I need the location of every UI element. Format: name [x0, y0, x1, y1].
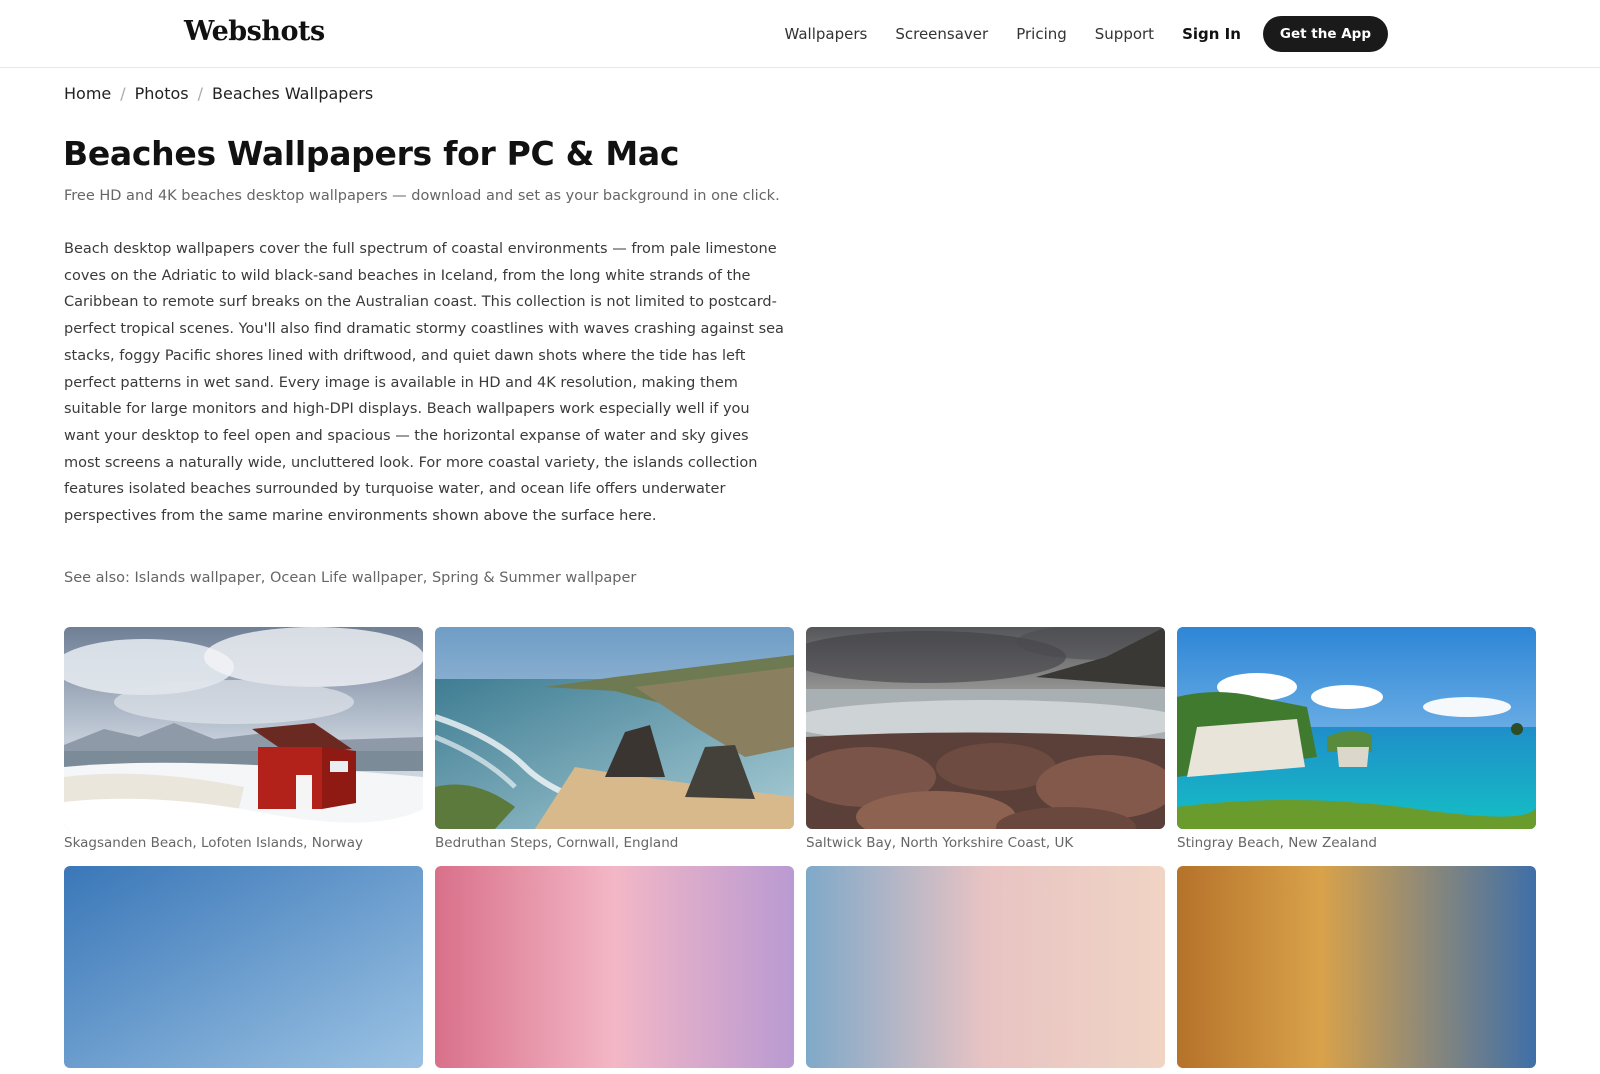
nav-support[interactable]: Support: [1095, 25, 1154, 43]
red-cabin-snow-image: [64, 627, 423, 829]
wallpaper-thumbnail[interactable]: [806, 627, 1165, 829]
get-the-app-button[interactable]: Get the App: [1262, 16, 1388, 52]
wallpaper-card[interactable]: Skagsanden Beach, Lofoten Islands, Norwa…: [64, 627, 423, 851]
top-navigation-bar: Webshots Wallpapers Screensaver Pricing …: [0, 0, 1600, 68]
nav-pricing[interactable]: Pricing: [1016, 25, 1067, 43]
wallpaper-card[interactable]: [435, 866, 794, 1074]
breadcrumb-separator: /: [197, 84, 204, 103]
wallpaper-thumbnail[interactable]: [435, 627, 794, 829]
page-title: Beaches Wallpapers for PC & Mac: [63, 134, 680, 173]
wallpaper-caption: Bedruthan Steps, Cornwall, England: [435, 835, 679, 851]
see-also-label: See also:: [64, 570, 130, 586]
wallpaper-thumbnail[interactable]: [435, 866, 794, 1068]
wallpaper-thumbnail[interactable]: [1177, 627, 1536, 829]
golden-cliff-image: [1177, 866, 1536, 1068]
category-description: Beach desktop wallpapers cover the full …: [64, 241, 784, 525]
wallpaper-thumbnail[interactable]: [64, 866, 423, 1068]
breadcrumb-photos[interactable]: Photos: [135, 84, 189, 103]
wallpaper-card[interactable]: [64, 866, 423, 1074]
main-nav: Wallpapers Screensaver Pricing Support S…: [784, 16, 1388, 52]
breadcrumb: Home / Photos / Beaches Wallpapers: [64, 84, 373, 103]
wallpaper-thumbnail[interactable]: [1177, 866, 1536, 1068]
pink-sunset-image: [435, 866, 794, 1068]
soft-clouds-image: [806, 866, 1165, 1068]
webshots-logo[interactable]: Webshots: [184, 16, 325, 47]
see-also-spring-summer-link[interactable]: Spring & Summer wallpaper: [432, 570, 636, 586]
wallpaper-card[interactable]: Bedruthan Steps, Cornwall, England: [435, 627, 794, 851]
nav-wallpapers[interactable]: Wallpapers: [784, 25, 867, 43]
page-subtitle: Free HD and 4K beaches desktop wallpaper…: [64, 188, 780, 204]
breadcrumb-separator: /: [120, 84, 126, 103]
wallpaper-caption: Skagsanden Beach, Lofoten Islands, Norwa…: [64, 835, 363, 851]
wallpaper-card[interactable]: Stingray Beach, New Zealand: [1177, 627, 1536, 851]
nav-screensaver[interactable]: Screensaver: [895, 25, 988, 43]
wallpaper-thumbnail[interactable]: [806, 866, 1165, 1068]
wallpaper-thumbnail[interactable]: [64, 627, 423, 829]
breadcrumb-current: Beaches Wallpapers: [212, 84, 374, 103]
wallpaper-caption: Saltwick Bay, North Yorkshire Coast, UK: [806, 835, 1074, 851]
see-also: See also: Islands wallpaper, Ocean Life …: [64, 570, 637, 586]
wallpaper-card[interactable]: [806, 866, 1165, 1074]
see-also-ocean-life-link[interactable]: Ocean Life wallpaper: [270, 570, 423, 586]
turquoise-bay-image: [1177, 627, 1536, 829]
sign-in-link[interactable]: Sign In: [1182, 25, 1241, 43]
see-also-islands-link[interactable]: Islands wallpaper: [135, 570, 261, 586]
wallpaper-card[interactable]: Saltwick Bay, North Yorkshire Coast, UK: [806, 627, 1165, 851]
rocky-bay-image: [806, 627, 1165, 829]
blue-sky-image: [64, 866, 423, 1068]
wallpaper-caption: Stingray Beach, New Zealand: [1177, 835, 1377, 851]
breadcrumb-home[interactable]: Home: [64, 84, 111, 103]
wallpaper-card[interactable]: [1177, 866, 1536, 1074]
cliffs-coast-image: [435, 627, 794, 829]
